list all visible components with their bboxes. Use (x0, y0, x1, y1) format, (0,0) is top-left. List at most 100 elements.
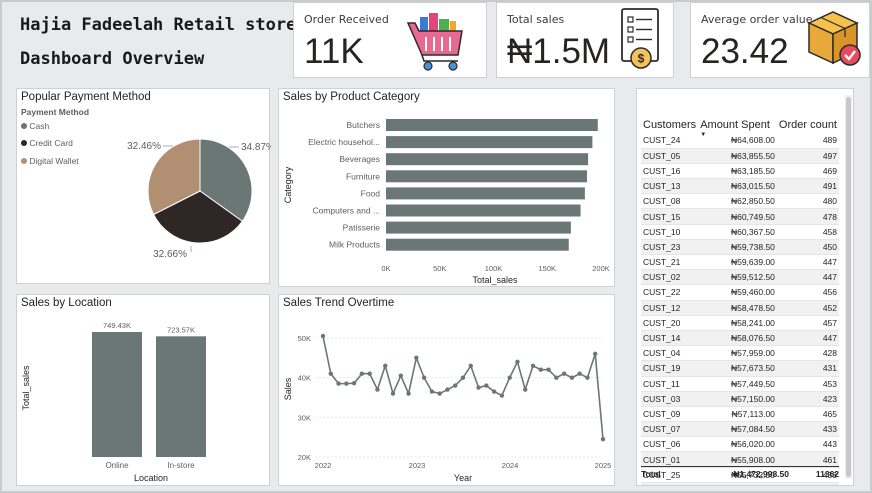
table-row[interactable]: CUST_13 ₦63,015.50 491 (641, 178, 839, 195)
trend-point[interactable] (561, 371, 567, 376)
table-row[interactable]: CUST_22 ₦59,460.00 456 (641, 284, 839, 301)
trend-point[interactable] (530, 363, 536, 368)
table-row[interactable]: CUST_15 ₦60,749.50 478 (641, 208, 839, 225)
sort-descending-icon[interactable]: ▼ (700, 132, 706, 138)
column-header-order-count[interactable]: Order count (777, 117, 839, 133)
trend-point[interactable] (351, 381, 357, 386)
x-tick-label: Online (105, 461, 129, 470)
category-bar[interactable] (386, 170, 588, 183)
data-label: 32.66% (153, 249, 187, 260)
trend-point[interactable] (390, 391, 396, 396)
trend-point[interactable] (523, 387, 528, 392)
data-label: 723.57K (167, 325, 195, 334)
y-axis-title: Category (283, 166, 293, 203)
trend-series-line[interactable] (322, 335, 604, 440)
trend-point[interactable] (429, 389, 435, 394)
table-row[interactable]: CUST_24 ₦64,608.00 489 (641, 133, 839, 149)
cell-count: 423 (776, 391, 839, 407)
category-bar[interactable] (386, 238, 569, 251)
trend-point[interactable] (375, 387, 380, 392)
trend-point[interactable] (468, 363, 473, 368)
trend-point[interactable] (383, 363, 388, 368)
table-row[interactable]: CUST_23 ₦59,738.50 450 (641, 239, 839, 256)
cell-count: 447 (776, 254, 839, 271)
table-row[interactable]: CUST_11 ₦57,449.50 453 (641, 376, 839, 392)
table-row[interactable]: CUST_10 ₦60,367.50 458 (641, 224, 839, 240)
cell-amount: ₦57,113.00 (698, 406, 777, 423)
category-bar[interactable] (386, 187, 585, 200)
trend-point[interactable] (600, 436, 606, 442)
table-row[interactable]: CUST_04 ₦57,959.00 428 (641, 345, 839, 362)
table-row[interactable]: CUST_16 ₦63,185.50 469 (641, 163, 839, 180)
location-bar[interactable] (156, 336, 206, 457)
trend-point[interactable] (577, 371, 582, 376)
table-row[interactable]: CUST_12 ₦58,478.50 452 (641, 300, 839, 316)
table-row[interactable]: CUST_19 ₦57,673.50 431 (641, 360, 839, 377)
table-row[interactable]: CUST_01 ₦55,908.00 461 (641, 451, 839, 468)
x-tick-label: In-store (167, 461, 195, 470)
table-row[interactable]: CUST_20 ₦58,241.00 457 (641, 315, 839, 331)
category-bar[interactable] (386, 204, 581, 217)
category-bar[interactable] (386, 136, 593, 149)
table-row[interactable]: CUST_07 ₦57,084.50 433 (641, 421, 839, 438)
trend-point[interactable] (453, 383, 458, 388)
cell-customer: CUST_13 (641, 178, 699, 195)
trend-point[interactable] (328, 371, 333, 376)
store-name: Hajia Fadeelah Retail store (20, 15, 297, 35)
trend-point[interactable] (569, 375, 575, 380)
trend-point[interactable] (515, 359, 520, 364)
trend-point[interactable] (359, 371, 365, 376)
table-row[interactable]: CUST_06 ₦56,020.00 443 (641, 436, 839, 453)
trend-point[interactable] (546, 367, 551, 372)
table-row[interactable]: CUST_03 ₦57,150.00 423 (641, 391, 839, 407)
trend-point[interactable] (437, 391, 442, 396)
category-bar[interactable] (386, 153, 589, 166)
x-axis-title: Total_sales (472, 275, 518, 285)
category-bar[interactable] (386, 221, 571, 234)
data-label: 34.87% (241, 142, 271, 153)
table-row[interactable]: CUST_02 ₦59,512.50 447 (641, 269, 839, 286)
trend-point[interactable] (445, 387, 450, 392)
payment-pie-chart[interactable]: 34.87% 32.66% 32.46% (17, 89, 271, 285)
scrollbar-thumb[interactable] (846, 97, 851, 477)
cell-count: 469 (776, 163, 839, 180)
location-bar[interactable] (92, 332, 142, 457)
table-row[interactable]: CUST_14 ₦58,076.50 447 (641, 330, 839, 347)
trend-point[interactable] (320, 333, 326, 339)
table-row[interactable]: CUST_05 ₦63,855.50 497 (641, 148, 839, 164)
category-label: Patisserie (343, 223, 381, 233)
trend-point[interactable] (421, 375, 427, 380)
cell-amount: ₦59,512.50 (698, 269, 777, 286)
trend-point[interactable] (476, 385, 481, 390)
sales-trend-line-chart[interactable]: 50K 40K 30K 20K 2022 2023 2024 2025 Year Sales (279, 295, 616, 487)
trend-point[interactable] (554, 375, 559, 380)
invoice-icon: $ (621, 8, 659, 69)
category-bar[interactable] (386, 119, 598, 131)
trend-point[interactable] (484, 383, 489, 388)
trend-point[interactable] (336, 381, 341, 386)
trend-point[interactable] (507, 375, 512, 380)
table-row[interactable]: CUST_21 ₦59,639.00 447 (641, 254, 839, 271)
trend-point[interactable] (344, 381, 349, 386)
location-bar-chart[interactable]: 749.43K Online 723.57K In-store Location Tota… (17, 295, 271, 487)
trend-point[interactable] (460, 375, 466, 380)
column-header-amount-spent[interactable]: Amount Spent ▼ (698, 117, 777, 138)
trend-point[interactable] (398, 373, 403, 378)
trend-point[interactable] (491, 389, 497, 394)
category-sales-visual: Sales by Product Category Butchers Electr… (278, 88, 615, 287)
trend-point[interactable] (406, 391, 411, 396)
table-row[interactable]: CUST_18₦55,454.50447 (641, 482, 839, 485)
table-row[interactable]: CUST_09 ₦57,113.00 465 (641, 406, 839, 423)
trend-point[interactable] (367, 371, 372, 376)
trend-point[interactable] (593, 351, 598, 357)
trend-point[interactable] (414, 355, 419, 361)
trend-point[interactable] (538, 367, 543, 372)
kpi-card-aov: Average order value 23.42 (690, 2, 870, 78)
trend-point[interactable] (499, 393, 505, 398)
category-bar-chart[interactable]: Butchers Electric househol... Beverages Fur… (279, 89, 616, 288)
cell-customer: CUST_20 (641, 315, 699, 331)
table-row[interactable]: CUST_08 ₦62,850.50 480 (641, 193, 839, 210)
trend-point[interactable] (585, 375, 590, 380)
column-header-customers[interactable]: Customers (641, 117, 698, 133)
cell-amount: ₦59,639.00 (698, 254, 777, 271)
